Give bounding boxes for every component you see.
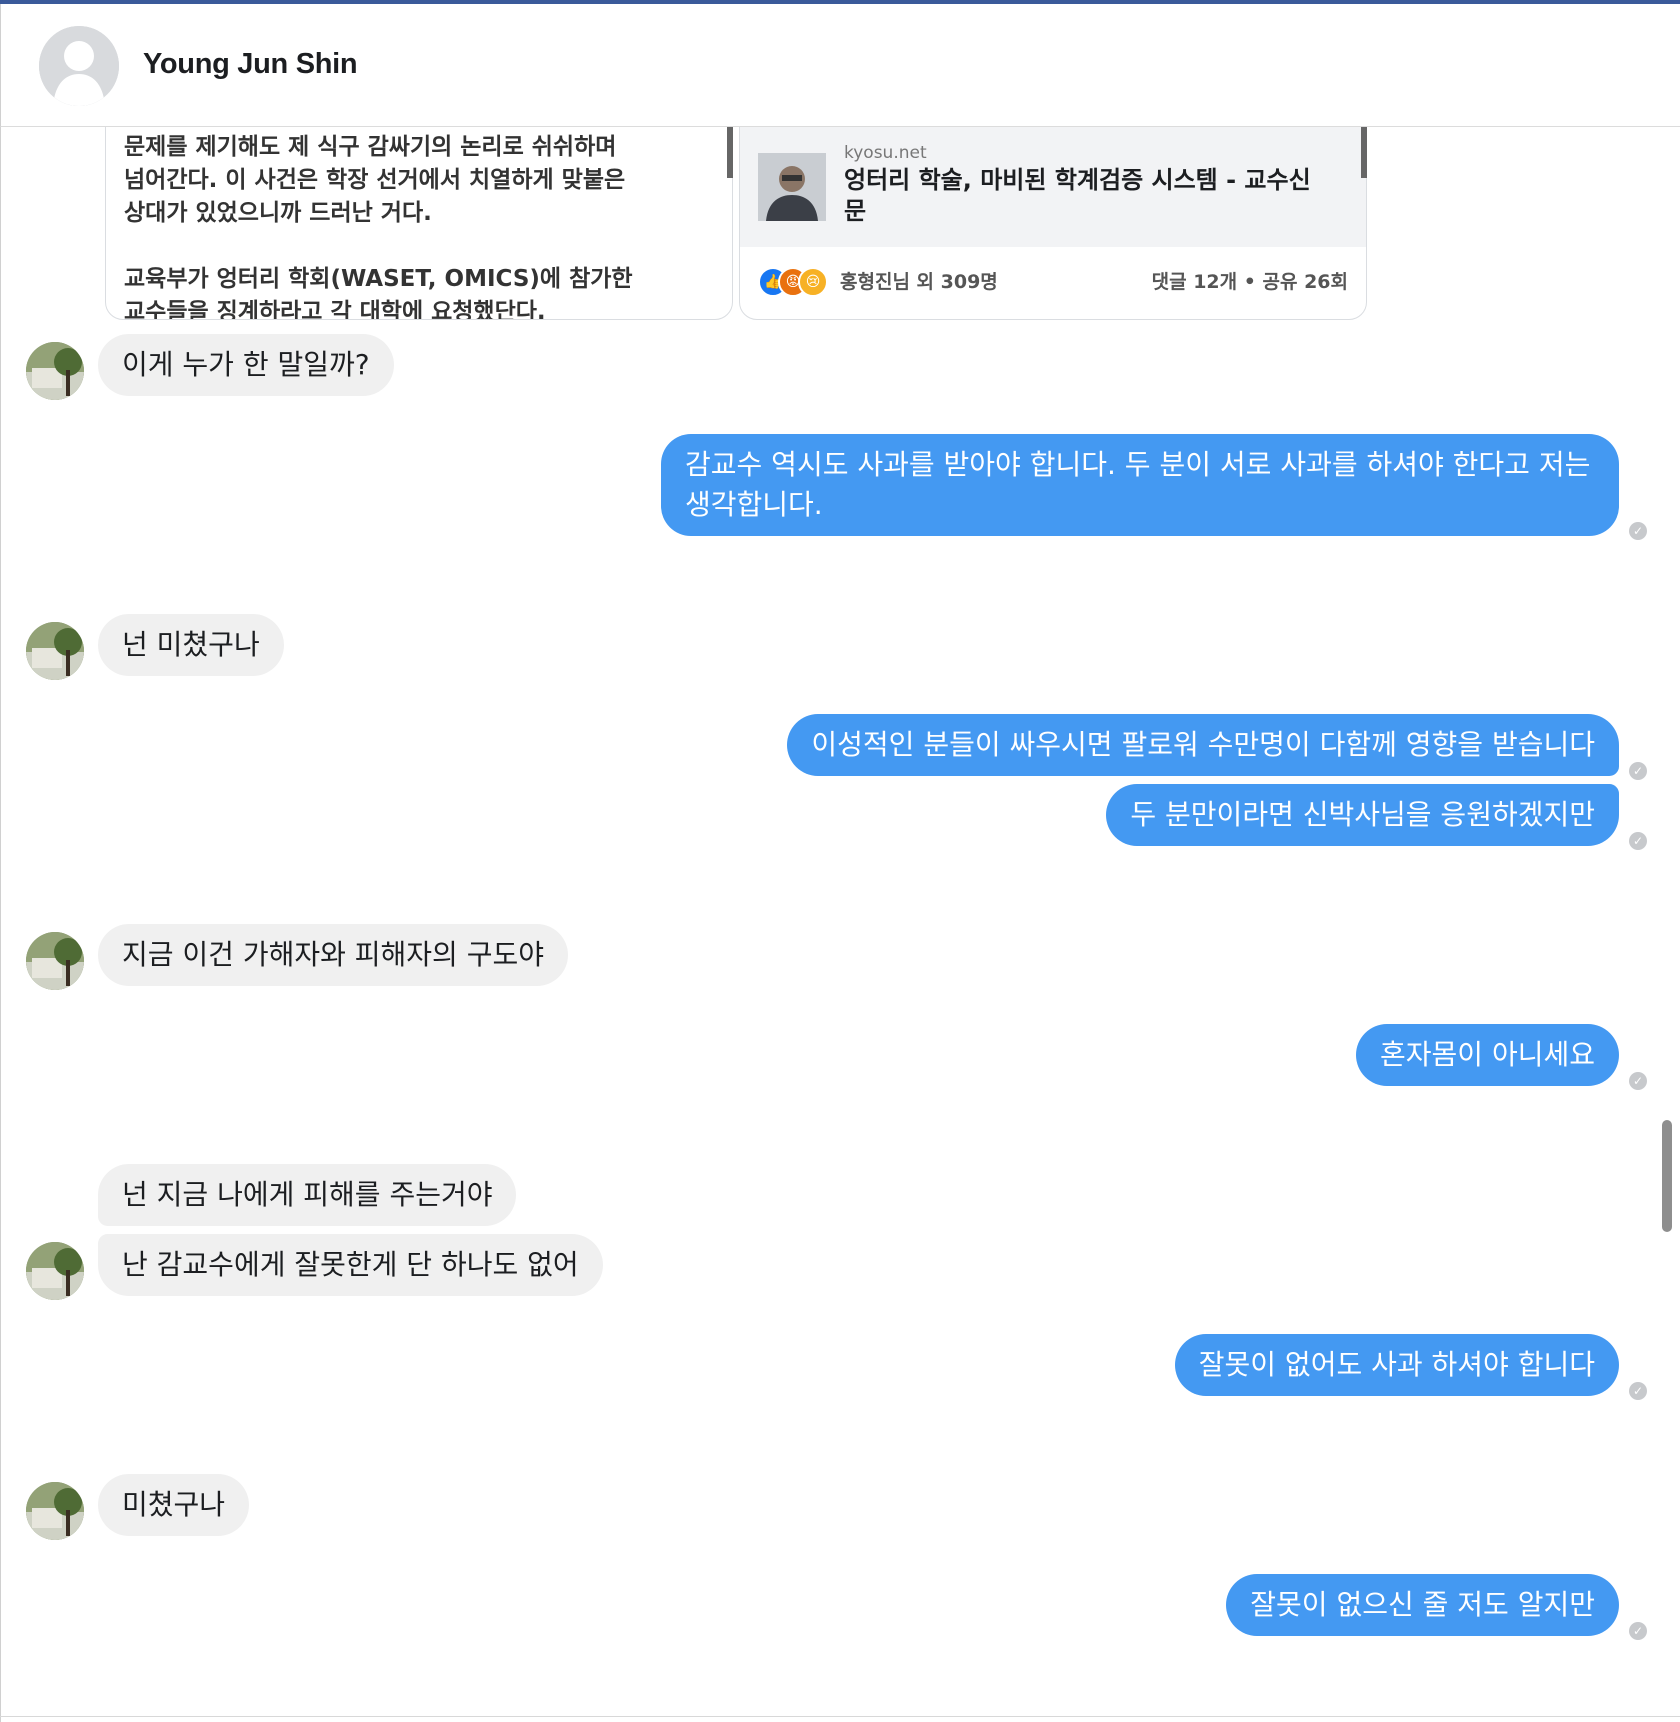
incoming-message[interactable]: 지금 이건 가해자와 피해자의 구도야 [98,924,569,986]
outgoing-message[interactable]: 잘못이 없으신 줄 저도 알지만 [1226,1574,1619,1636]
photo-avatar-icon [26,1242,84,1300]
article-thumbnail [758,153,826,221]
card-divider [727,126,733,178]
sender-avatar[interactable] [26,622,84,680]
link-title: 엉터리 학술, 마비된 학계검증 시스템 - 교수신문 [844,166,1311,225]
link-domain: kyosu.net [844,143,927,163]
sender-avatar[interactable] [26,932,84,990]
conversation-header: Young Jun Shin [0,4,1680,127]
profile-avatar[interactable] [39,26,119,106]
shared-post-card[interactable]: 문제를 제기해도 제 식구 감싸기의 논리로 쉬쉬하며 넘어간다. 이 사건은 … [105,116,733,320]
outgoing-message[interactable]: 이성적인 분들이 싸우시면 팔로워 수만명이 다함께 영향을 받습니다 [787,714,1619,776]
scrollbar-thumb[interactable] [1662,1120,1672,1232]
link-preview-body: kyosu.net 엉터리 학술, 마비된 학계검증 시스템 - 교수신문 [740,117,1366,247]
card-divider [1361,126,1367,178]
shared-post-text: 문제를 제기해도 제 식구 감싸기의 논리로 쉬쉬하며 넘어간다. 이 사건은 … [124,134,633,320]
check-circle-icon: ✓ [1629,1622,1647,1640]
photo-avatar-icon [26,622,84,680]
reaction-names[interactable]: 홍형진님 외 309명 [840,267,998,294]
sender-avatar[interactable] [26,1482,84,1540]
message-list[interactable]: 문제를 제기해도 제 식구 감싸기의 논리로 쉬쉬하며 넘어간다. 이 사건은 … [0,116,1680,1722]
incoming-message[interactable]: 이게 누가 한 말일까? [98,334,394,396]
default-avatar-icon [39,26,119,106]
photo-avatar-icon [26,1482,84,1540]
comment-share-stats[interactable]: 댓글 12개 • 공유 26회 [1152,267,1348,294]
outgoing-message[interactable]: 두 분만이라면 신박사님을 응원하겠지만 [1106,784,1619,846]
link-preview-card[interactable]: kyosu.net 엉터리 학술, 마비된 학계검증 시스템 - 교수신문 👍 … [739,116,1367,320]
incoming-message[interactable]: 미쳤구나 [98,1474,250,1536]
photo-avatar-icon [26,932,84,990]
outgoing-message[interactable]: 감교수 역시도 사과를 받아야 합니다. 두 분이 서로 사과를 하셔야 한다고… [661,434,1619,536]
check-circle-icon: ✓ [1629,1072,1647,1090]
sender-avatar[interactable] [26,1242,84,1300]
check-circle-icon: ✓ [1629,762,1647,780]
check-circle-icon: ✓ [1629,1382,1647,1400]
sad-icon: 😢 [798,267,828,297]
incoming-message[interactable]: 넌 지금 나에게 피해를 주는거야 [98,1164,517,1226]
contact-name[interactable]: Young Jun Shin [143,48,358,81]
bottom-divider [0,1716,1680,1717]
check-circle-icon: ✓ [1629,832,1647,850]
check-circle-icon: ✓ [1629,522,1647,540]
sender-avatar[interactable] [26,342,84,400]
incoming-message[interactable]: 난 감교수에게 잘못한게 단 하나도 없어 [98,1234,603,1296]
incoming-message[interactable]: 넌 미쳤구나 [98,614,284,676]
outgoing-message[interactable]: 잘못이 없어도 사과 하셔야 합니다 [1174,1334,1619,1396]
photo-avatar-icon [26,342,84,400]
outgoing-message[interactable]: 혼자몸이 아니세요 [1356,1024,1619,1086]
